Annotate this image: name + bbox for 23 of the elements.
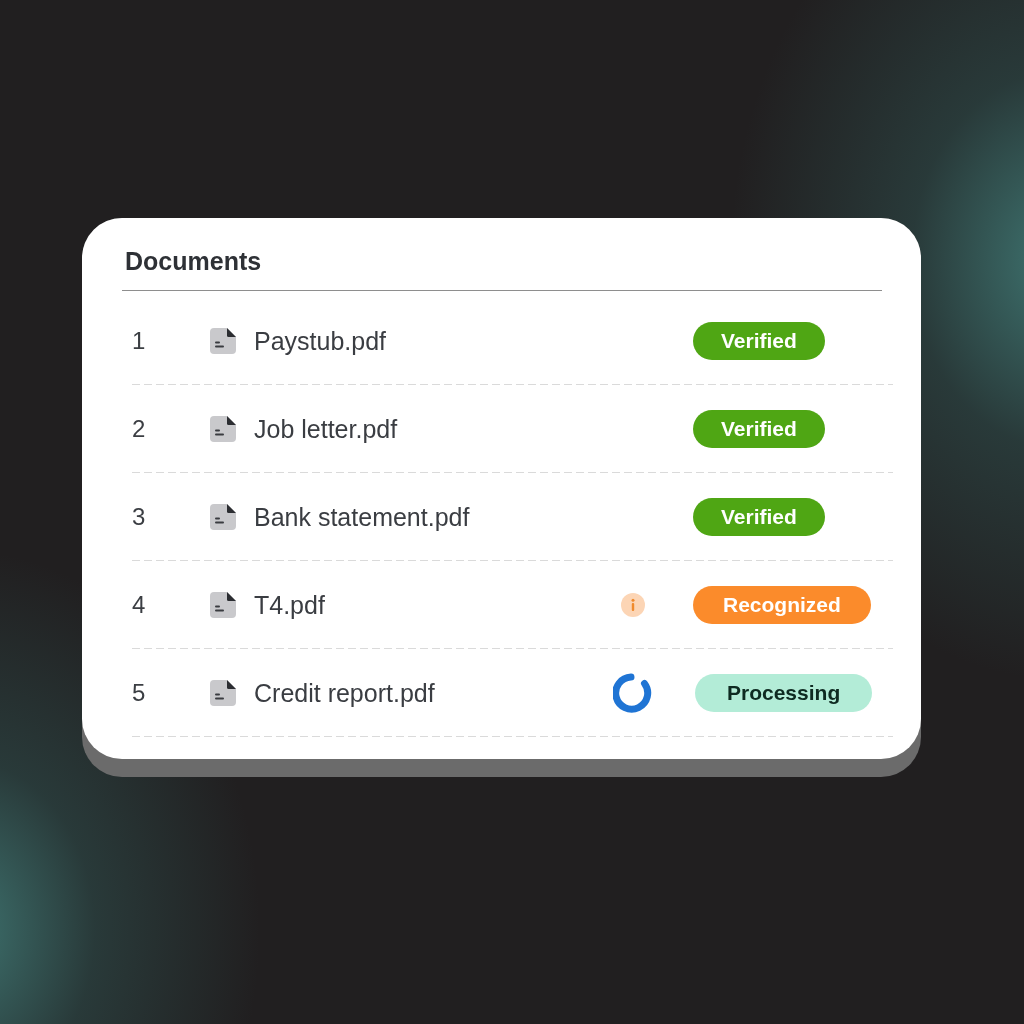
file-name: Job letter.pdf [254, 414, 398, 444]
status-pill: Verified [693, 498, 825, 536]
file-name: Credit report.pdf [254, 678, 435, 708]
status-pill: Verified [693, 410, 825, 448]
row-number: 4 [132, 591, 146, 619]
info-icon [621, 593, 645, 617]
row-number: 1 [132, 327, 146, 355]
row-number: 2 [132, 415, 146, 443]
file-icon [209, 503, 237, 531]
card-title: Documents [125, 246, 262, 276]
file-icon [209, 327, 237, 355]
loading-spinner-icon [613, 673, 653, 713]
status-pill: Processing [695, 674, 873, 712]
file-icon [209, 679, 237, 707]
row-number: 5 [132, 679, 146, 707]
file-name: T4.pdf [254, 590, 325, 620]
status-pill: Verified [693, 322, 825, 360]
file-name: Bank statement.pdf [254, 502, 470, 532]
status-pill: Recognized [693, 586, 871, 624]
file-name: Paystub.pdf [254, 326, 387, 356]
row-number: 3 [132, 503, 146, 531]
file-icon [209, 591, 237, 619]
file-icon [209, 415, 237, 443]
